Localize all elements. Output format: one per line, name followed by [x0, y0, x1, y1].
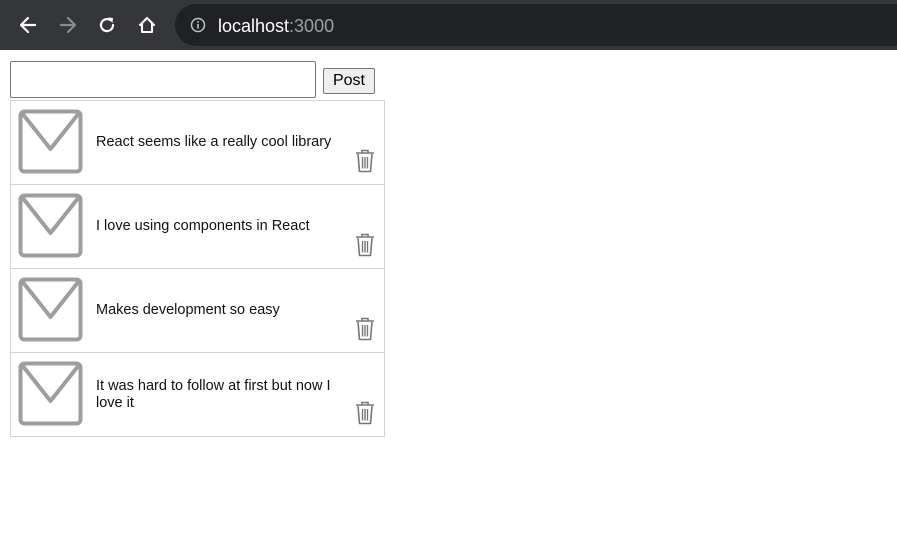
reload-button[interactable]	[91, 9, 123, 41]
home-button[interactable]	[131, 9, 163, 41]
list-item: Makes development so easy	[10, 268, 385, 353]
list-item: It was hard to follow at first but now I…	[10, 352, 385, 437]
trash-icon[interactable]	[354, 401, 376, 425]
trash-icon[interactable]	[354, 317, 376, 341]
list-item: I love using components in React	[10, 184, 385, 269]
browser-toolbar: localhost:3000	[0, 0, 897, 50]
trash-icon[interactable]	[354, 233, 376, 257]
reload-icon	[99, 17, 115, 33]
url-port: :3000	[289, 16, 335, 36]
url-host: localhost	[218, 16, 290, 36]
back-button[interactable]	[12, 9, 44, 41]
arrow-left-icon	[19, 16, 37, 34]
post-list: React seems like a really cool library I…	[10, 100, 385, 437]
arrow-right-icon	[59, 16, 77, 34]
mail-icon	[18, 109, 83, 174]
post-input[interactable]	[10, 61, 316, 98]
post-text: I love using components in React	[96, 218, 310, 234]
list-item: React seems like a really cool library	[10, 100, 385, 185]
post-text: It was hard to follow at first but now I…	[96, 378, 331, 411]
trash-icon[interactable]	[354, 149, 376, 173]
post-text: React seems like a really cool library	[96, 134, 332, 150]
address-bar[interactable]: localhost:3000	[175, 4, 897, 46]
post-button[interactable]: Post	[323, 68, 375, 94]
mail-icon	[18, 193, 83, 258]
forward-button[interactable]	[52, 9, 84, 41]
mail-icon	[18, 277, 83, 342]
home-icon	[138, 16, 156, 34]
post-text: Makes development so easy	[96, 302, 280, 318]
url-text: localhost:3000	[218, 16, 334, 36]
info-icon[interactable]	[190, 17, 206, 33]
mail-icon	[18, 361, 83, 426]
